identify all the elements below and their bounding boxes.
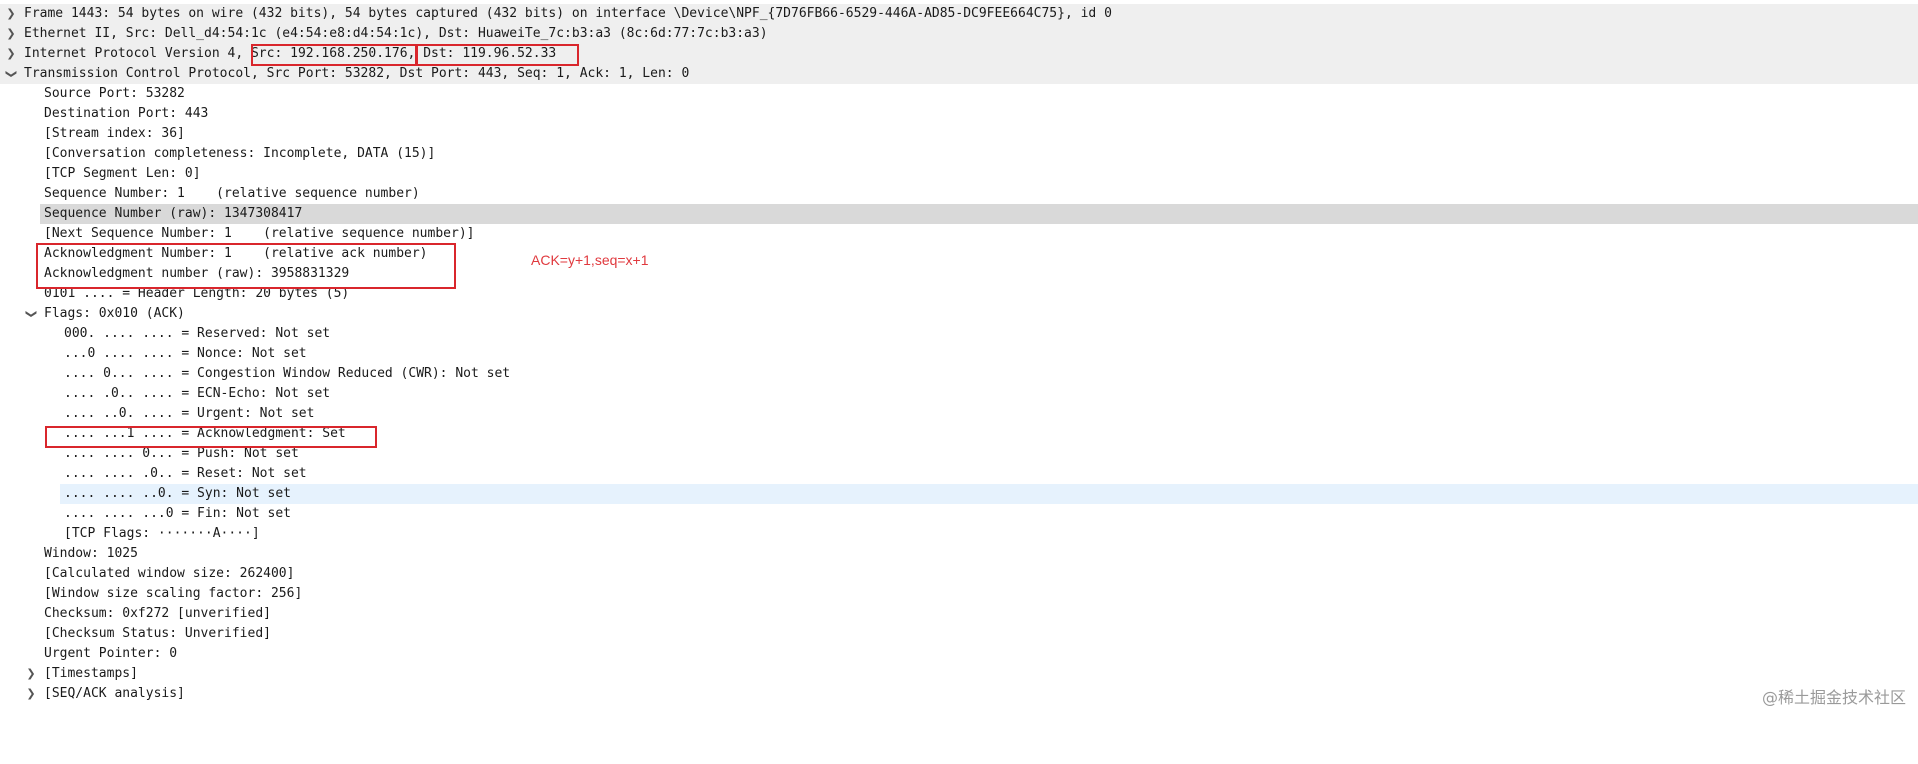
tree-row-window-scaling[interactable]: [Window size scaling factor: 256] <box>0 584 1918 604</box>
tcp-summary: Transmission Control Protocol, Src Port:… <box>24 66 690 81</box>
stream-index: [Stream index: 36] <box>44 126 185 141</box>
tree-row-flag-fin[interactable]: .... .... ...0 = Fin: Not set <box>0 504 1918 524</box>
tree-row-flag-cwr[interactable]: .... 0... .... = Congestion Window Reduc… <box>0 364 1918 384</box>
flag-cwr: .... 0... .... = Congestion Window Reduc… <box>64 366 511 381</box>
tree-row-source-port[interactable]: Source Port: 53282 <box>0 84 1918 104</box>
flag-reserved: 000. .... .... = Reserved: Not set <box>64 326 331 341</box>
tree-row-checksum-status[interactable]: [Checksum Status: Unverified] <box>0 624 1918 644</box>
seq-ack-analysis: [SEQ/ACK analysis] <box>44 686 185 701</box>
highlight-box-ip-src <box>251 44 417 66</box>
flags: Flags: 0x010 (ACK) <box>44 306 185 321</box>
tree-row-destination-port[interactable]: Destination Port: 443 <box>0 104 1918 124</box>
chevron-right-icon[interactable]: ❯ <box>24 664 38 684</box>
chevron-right-icon[interactable]: ❯ <box>4 24 18 44</box>
chevron-right-icon[interactable]: ❯ <box>4 44 18 64</box>
window-scaling-factor: [Window size scaling factor: 256] <box>44 586 303 601</box>
calculated-window-size: [Calculated window size: 262400] <box>44 566 295 581</box>
next-sequence-number: [Next Sequence Number: 1 (relative seque… <box>44 226 475 241</box>
tree-row-frame[interactable]: ❯ Frame 1443: 54 bytes on wire (432 bits… <box>0 4 1918 24</box>
annotation-text: ACK=y+1,seq=x+1 <box>531 252 649 268</box>
chevron-right-icon[interactable]: ❯ <box>24 684 38 704</box>
tree-row-stream-index[interactable]: [Stream index: 36] <box>0 124 1918 144</box>
timestamps: [Timestamps] <box>44 666 138 681</box>
sequence-number-raw: Sequence Number (raw): 1347308417 <box>44 206 303 221</box>
highlight-box-flag-ack <box>45 426 377 448</box>
tree-row-tcp[interactable]: ❯ Transmission Control Protocol, Src Por… <box>0 64 1918 84</box>
tree-row-flag-ecn[interactable]: .... .0.. .... = ECN-Echo: Not set <box>0 384 1918 404</box>
tree-row-flag-urgent[interactable]: .... ..0. .... = Urgent: Not set <box>0 404 1918 424</box>
highlight-box-ip-dst <box>416 44 579 66</box>
flag-urgent: .... ..0. .... = Urgent: Not set <box>64 406 315 421</box>
tree-row-window[interactable]: Window: 1025 <box>0 544 1918 564</box>
tree-row-calc-window[interactable]: [Calculated window size: 262400] <box>0 564 1918 584</box>
packet-details-tree: ❯ Frame 1443: 54 bytes on wire (432 bits… <box>0 4 1918 704</box>
chevron-down-icon[interactable]: ❯ <box>1 67 21 81</box>
tree-row-seq-number[interactable]: Sequence Number: 1 (relative sequence nu… <box>0 184 1918 204</box>
segment-len: [TCP Segment Len: 0] <box>44 166 201 181</box>
tree-row-flags[interactable]: ❯ Flags: 0x010 (ACK) <box>0 304 1918 324</box>
frame-summary: Frame 1443: 54 bytes on wire (432 bits),… <box>24 6 1112 21</box>
tree-row-tcp-flags[interactable]: [TCP Flags: ·······A····] <box>0 524 1918 544</box>
tree-row-flag-syn[interactable]: .... .... ..0. = Syn: Not set <box>0 484 1918 504</box>
window: Window: 1025 <box>44 546 138 561</box>
tree-row-urgent-pointer[interactable]: Urgent Pointer: 0 <box>0 644 1918 664</box>
tree-row-flag-nonce[interactable]: ...0 .... .... = Nonce: Not set <box>0 344 1918 364</box>
tree-row-flag-reset[interactable]: .... .... .0.. = Reset: Not set <box>0 464 1918 484</box>
destination-port: Destination Port: 443 <box>44 106 209 121</box>
flag-syn: .... .... ..0. = Syn: Not set <box>64 486 291 501</box>
tree-row-segment-len[interactable]: [TCP Segment Len: 0] <box>0 164 1918 184</box>
chevron-down-icon[interactable]: ❯ <box>21 307 41 321</box>
flag-ecn: .... .0.. .... = ECN-Echo: Not set <box>64 386 331 401</box>
tree-row-seq-raw[interactable]: Sequence Number (raw): 1347308417 <box>0 204 1918 224</box>
chevron-right-icon[interactable]: ❯ <box>4 4 18 24</box>
flag-nonce: ...0 .... .... = Nonce: Not set <box>64 346 307 361</box>
checksum: Checksum: 0xf272 [unverified] <box>44 606 271 621</box>
tree-row-ethernet[interactable]: ❯ Ethernet II, Src: Dell_d4:54:1c (e4:54… <box>0 24 1918 44</box>
tree-row-checksum[interactable]: Checksum: 0xf272 [unverified] <box>0 604 1918 624</box>
flag-reset: .... .... .0.. = Reset: Not set <box>64 466 307 481</box>
tcp-flags-string: [TCP Flags: ·······A····] <box>64 526 260 541</box>
flag-fin: .... .... ...0 = Fin: Not set <box>64 506 291 521</box>
urgent-pointer: Urgent Pointer: 0 <box>44 646 178 661</box>
tree-row-next-seq[interactable]: [Next Sequence Number: 1 (relative seque… <box>0 224 1918 244</box>
tree-row-timestamps[interactable]: ❯ [Timestamps] <box>0 664 1918 684</box>
source-port: Source Port: 53282 <box>44 86 185 101</box>
highlight-box-ack <box>36 243 456 289</box>
ethernet-summary: Ethernet II, Src: Dell_d4:54:1c (e4:54:e… <box>24 26 768 41</box>
ip-prefix: Internet Protocol Version 4, <box>24 46 251 61</box>
checksum-status: [Checksum Status: Unverified] <box>44 626 271 641</box>
sequence-number: Sequence Number: 1 (relative sequence nu… <box>44 186 420 201</box>
tree-row-seq-ack-analysis[interactable]: ❯ [SEQ/ACK analysis] <box>0 684 1918 704</box>
watermark: @稀土掘金技术社区 <box>1761 688 1906 707</box>
tree-row-flag-reserved[interactable]: 000. .... .... = Reserved: Not set <box>0 324 1918 344</box>
conversation-completeness: [Conversation completeness: Incomplete, … <box>44 146 436 161</box>
tree-row-conversation[interactable]: [Conversation completeness: Incomplete, … <box>0 144 1918 164</box>
